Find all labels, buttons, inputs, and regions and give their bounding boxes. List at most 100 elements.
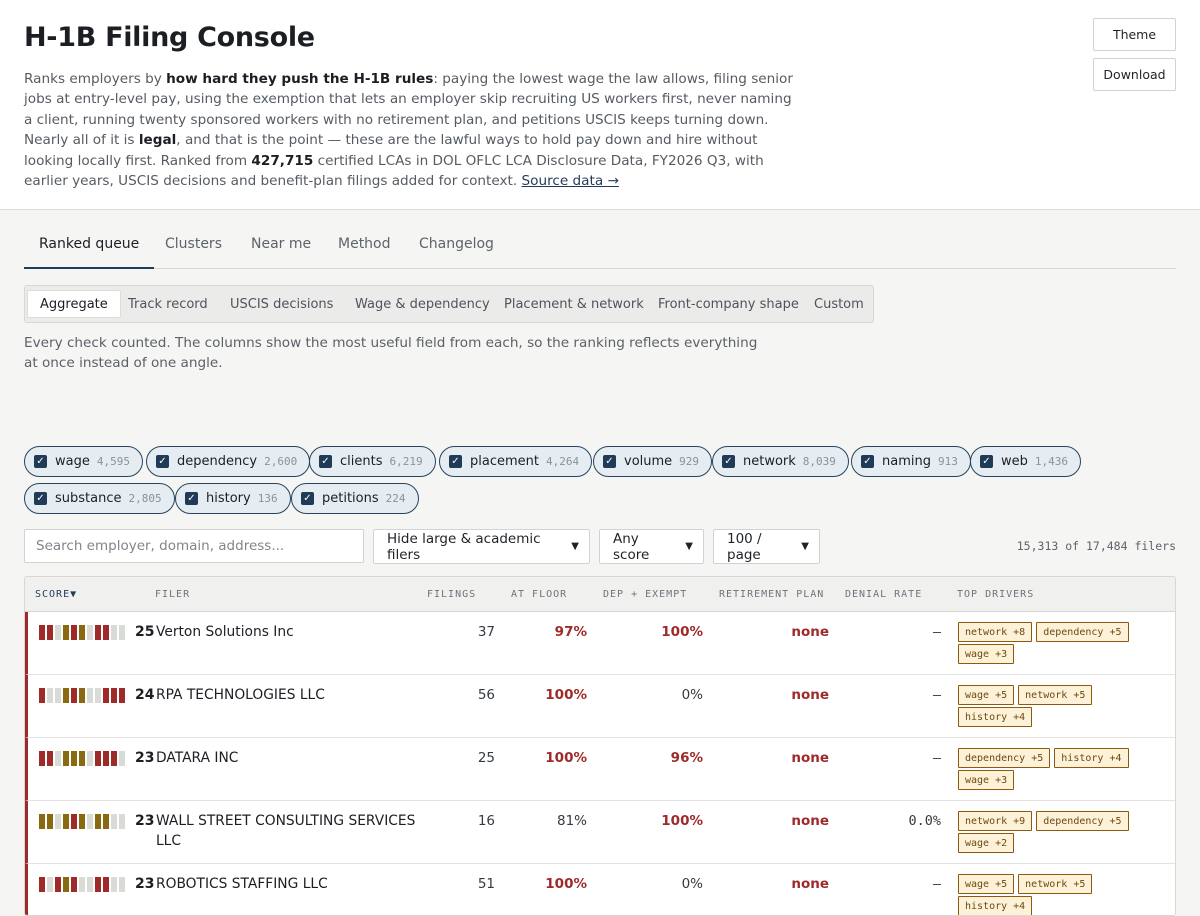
score-bar [55, 751, 61, 766]
page-size-select[interactable]: 100 / page ▼ [713, 529, 820, 564]
score-filter-select[interactable]: Any score ▼ [599, 529, 704, 564]
retirement-plan-value: none [791, 813, 829, 829]
tab-changelog[interactable]: Changelog [419, 236, 494, 269]
table-row[interactable]: 23 ROBOTICS STAFFING LLC 51 100% 0% none — wage… [25, 864, 1175, 915]
filings-value: 25 [477, 750, 495, 766]
score-bar [39, 688, 45, 703]
subtab-front-company-shape[interactable]: Front-company shape [646, 290, 811, 318]
score-bar [103, 625, 109, 640]
checkbox-checked-icon[interactable]: ✓ [449, 455, 462, 468]
score-bar [71, 625, 77, 640]
chip-placement[interactable]: ✓ placement 4,264 [439, 446, 593, 477]
subtab-placement-network[interactable]: Placement & network [492, 290, 656, 318]
chip-substance[interactable]: ✓ substance 2,805 [24, 483, 175, 514]
score-bar [63, 751, 69, 766]
subtab-custom[interactable]: Custom [802, 290, 876, 318]
col-retirement-plan[interactable]: RETIREMENT PLAN [719, 589, 824, 600]
checkbox-checked-icon[interactable]: ✓ [301, 492, 314, 505]
checkbox-checked-icon[interactable]: ✓ [603, 455, 616, 468]
checkbox-checked-icon[interactable]: ✓ [722, 455, 735, 468]
subtab-wage-dependency[interactable]: Wage & dependency [343, 290, 502, 318]
score-bar [111, 751, 117, 766]
filer-name[interactable]: ROBOTICS STAFFING LLC [156, 874, 416, 894]
checkbox-checked-icon[interactable]: ✓ [34, 455, 47, 468]
score-value: 24 [135, 687, 155, 703]
tab-near-me[interactable]: Near me [251, 236, 311, 269]
chip-network[interactable]: ✓ network 8,039 [712, 446, 849, 477]
col-dep-exempt[interactable]: DEP + EXEMPT [603, 589, 687, 600]
driver-tag: wage +2 [958, 833, 1015, 853]
checkbox-checked-icon[interactable]: ✓ [34, 492, 47, 505]
score-bar [95, 877, 101, 892]
chip-naming[interactable]: ✓ naming 913 [851, 446, 971, 477]
score-bar [71, 751, 77, 766]
score-bar [39, 814, 45, 829]
col-at-floor[interactable]: AT FLOOR [511, 589, 567, 600]
source-data-link[interactable]: Source data → [522, 173, 619, 189]
checkbox-checked-icon[interactable]: ✓ [156, 455, 169, 468]
theme-button[interactable]: Theme [1093, 18, 1176, 51]
table-row[interactable]: 24 RPA TECHNOLOGIES LLC 56 100% 0% none — wage … [25, 675, 1175, 738]
filer-filter-select[interactable]: Hide large & academic filers ▼ [373, 529, 590, 564]
score-bar [63, 814, 69, 829]
dep-exempt-value: 0% [681, 876, 703, 892]
table-row[interactable]: 23 WALL STREET CONSULTING SERVICES LLC 16 8… [25, 801, 1175, 864]
score-breakdown-bars [39, 751, 125, 766]
filer-name[interactable]: RPA TECHNOLOGIES LLC [156, 685, 416, 705]
filer-name[interactable]: Verton Solutions Inc [156, 622, 416, 642]
score-bar [55, 688, 61, 703]
tab-ranked-queue[interactable]: Ranked queue [24, 236, 155, 269]
page-title: H-1B Filing Console [24, 22, 315, 53]
score-bar [39, 877, 45, 892]
col-filer[interactable]: FILER [155, 589, 190, 600]
score-bar [111, 814, 117, 829]
chip-history[interactable]: ✓ history 136 [175, 483, 291, 514]
driver-tag: wage +5 [958, 874, 1015, 894]
col-score[interactable]: SCORE▼ [35, 589, 77, 600]
subtab-aggregate[interactable]: Aggregate [27, 290, 121, 318]
score-breakdown-bars [39, 877, 125, 892]
subtab-uscis-decisions[interactable]: USCIS decisions [218, 290, 345, 318]
chip-dependency[interactable]: ✓ dependency 2,600 [146, 446, 311, 477]
score-bar [103, 751, 109, 766]
score-bar [95, 625, 101, 640]
filer-name[interactable]: WALL STREET CONSULTING SERVICES LLC [156, 811, 416, 851]
table-row[interactable]: 23 DATARA INC 25 100% 96% none — dependency +5 h… [25, 738, 1175, 801]
driver-tag: dependency +5 [958, 748, 1051, 768]
checkbox-checked-icon[interactable]: ✓ [861, 455, 874, 468]
driver-tag: history +4 [1054, 748, 1129, 768]
chip-wage[interactable]: ✓ wage 4,595 [24, 446, 143, 477]
score-value: 25 [135, 624, 155, 640]
score-bar [47, 751, 53, 766]
denial-rate-value: — [932, 750, 941, 766]
tab-method[interactable]: Method [338, 236, 391, 269]
top-drivers: wage +5 network +5 history +4 [958, 874, 1168, 915]
chip-clients[interactable]: ✓ clients 6,219 [309, 446, 436, 477]
score-bar [111, 625, 117, 640]
driver-tag: history +4 [958, 896, 1033, 915]
download-button[interactable]: Download [1093, 58, 1176, 91]
score-bar [47, 814, 53, 829]
filings-value: 37 [477, 624, 495, 640]
at-floor-value: 100% [545, 687, 587, 703]
checkbox-checked-icon[interactable]: ✓ [319, 455, 332, 468]
dep-exempt-value: 100% [661, 624, 703, 640]
col-denial-rate[interactable]: DENIAL RATE [845, 589, 922, 600]
tab-clusters[interactable]: Clusters [165, 236, 222, 269]
table-row[interactable]: 25 Verton Solutions Inc 37 97% 100% none — netw… [25, 612, 1175, 675]
score-bar [103, 688, 109, 703]
score-bar [119, 688, 125, 703]
score-bar [87, 877, 93, 892]
filings-value: 56 [477, 687, 495, 703]
chip-web[interactable]: ✓ web 1,436 [970, 446, 1082, 477]
subtab-track-record[interactable]: Track record [116, 290, 220, 318]
filer-name[interactable]: DATARA INC [156, 748, 416, 768]
checkbox-checked-icon[interactable]: ✓ [185, 492, 198, 505]
col-filings[interactable]: FILINGS [427, 589, 476, 600]
checkbox-checked-icon[interactable]: ✓ [980, 455, 993, 468]
score-breakdown-bars [39, 625, 125, 640]
driver-tag: history +4 [958, 707, 1033, 727]
chip-volume[interactable]: ✓ volume 929 [593, 446, 713, 477]
search-input[interactable] [24, 529, 364, 563]
chip-petitions[interactable]: ✓ petitions 224 [291, 483, 419, 514]
